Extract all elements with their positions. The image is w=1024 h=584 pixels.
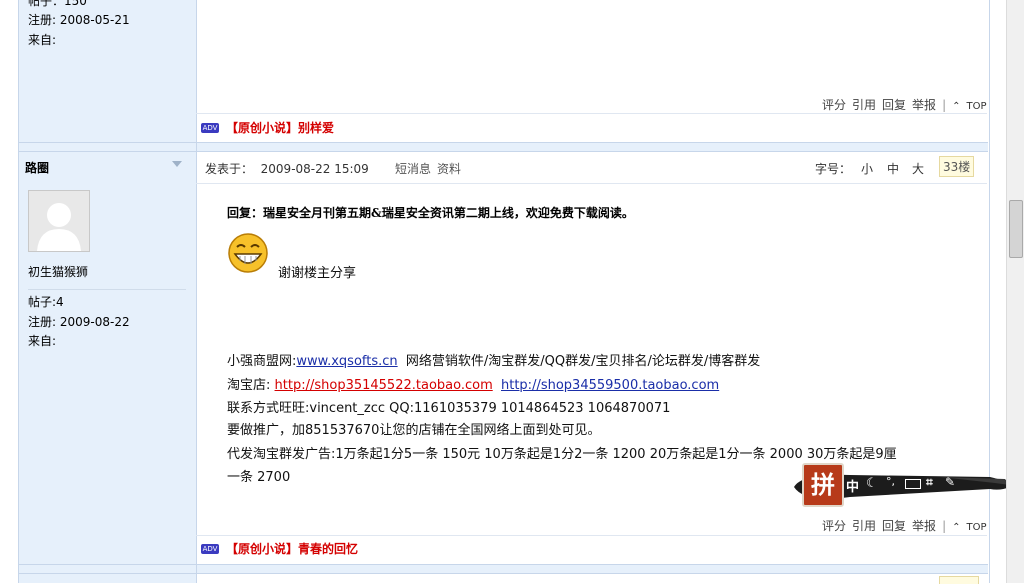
from-label: 来自: [28,334,57,348]
moon-icon[interactable]: ☾ [866,476,878,491]
reply-link[interactable]: 回复 [882,98,906,112]
username[interactable]: 路圈 [25,159,49,176]
rank-divider [28,289,186,290]
font-small-button[interactable]: 小 [861,160,873,177]
post-time: 发表于： 2009-08-22 15:09 [205,162,369,176]
quote-link[interactable]: 引用 [852,98,876,112]
ime-toolbar[interactable]: 拼 中 ☾ °, ⌗ ✎ [790,463,1012,507]
top-link[interactable]: ⌃ TOP [952,101,992,112]
signature-line: 要做推广，加851537670让您的店铺在全国网络上面到处可见。 [227,423,601,438]
register-date: 注册: 2008-05-21 [28,13,130,27]
profile-link[interactable]: 资料 [437,160,461,177]
signature-line: 联系方式旺旺:vincent_zcc QQ:1161035379 1014864… [227,401,671,416]
punct-icon[interactable]: °, [886,475,895,488]
short-message-link[interactable]: 短消息 [395,160,431,177]
font-size-label: 字号： [815,162,852,176]
up-arrow-icon: ⌃ [952,522,961,533]
vertical-scrollbar[interactable] [1006,0,1024,583]
report-link[interactable]: 举报 [912,519,936,533]
rate-link[interactable]: 评分 [822,519,846,533]
grin-smiley-icon [227,232,269,274]
user-rank: 初生猫猴狮 [28,265,89,279]
signature-line: 一条 2700 [227,470,291,485]
signature-line: 代发淘宝群发广告:1万条起1分5一条 150元 10万条起是1分2一条 1200… [227,447,897,462]
reply-link[interactable]: 回复 [882,519,906,533]
rate-link[interactable]: 评分 [822,98,846,112]
adv-link[interactable]: 【原创小说】青春的回忆 [226,540,358,557]
wrench-icon[interactable]: ✎ [945,475,955,489]
signature-line: 小强商盟网:www.xqsofts.cn 网络营销软件/淘宝群发/QQ群发/宝贝… [227,354,761,369]
adv-link[interactable]: 【原创小说】别样爱 [226,119,334,136]
font-large-button[interactable]: 大 [912,160,924,177]
row-line [196,183,987,184]
divider: | [942,519,947,533]
up-arrow-icon: ⌃ [952,101,961,112]
report-link[interactable]: 举报 [912,98,936,112]
quote-link[interactable]: 引用 [852,519,876,533]
default-avatar-icon [37,203,81,251]
ime-mode-button[interactable]: 中 [846,476,859,495]
signature-link[interactable]: http://shop35145522.taobao.com [275,378,493,393]
avatar[interactable] [28,190,90,252]
font-medium-button[interactable]: 中 [887,160,899,177]
top-link[interactable]: ⌃ TOP [952,522,992,533]
register-date: 注册: 2009-08-22 [28,315,130,329]
floor-number[interactable]: 33楼 [939,156,975,177]
scrollbar-thumb[interactable] [1009,200,1023,258]
reply-title: 回复：瑞星安全月刊第五期&瑞星安全资讯第二期上线，欢迎免费下载阅读。 [227,206,634,220]
post-count: 帖子：150 [28,0,87,8]
chevron-down-icon[interactable] [172,161,182,167]
divider: | [942,98,947,112]
ime-logo[interactable]: 拼 [802,463,844,507]
signature-line: 淘宝店: http://shop35145522.taobao.com http… [227,378,720,393]
adv-badge: ADV [201,123,219,133]
post-actions: 评分 引用 回复 举报 | ⌃ TOP [822,96,999,113]
signature-link[interactable]: www.xqsofts.cn [296,354,397,369]
column-divider [196,0,197,583]
row-line [196,535,987,536]
post-count: 帖子:4 [28,295,64,309]
row-line [196,113,987,114]
post-text: 谢谢楼主分享 [278,266,357,281]
adv-badge: ADV [201,544,219,554]
keyboard-icon[interactable] [905,479,921,489]
signature-link[interactable]: http://shop34559500.taobao.com [501,378,719,393]
from-label: 来自: [28,33,57,47]
tools-icon[interactable]: ⌗ [926,475,933,490]
post-actions: 评分 引用 回复 举报 | ⌃ TOP [822,517,999,534]
